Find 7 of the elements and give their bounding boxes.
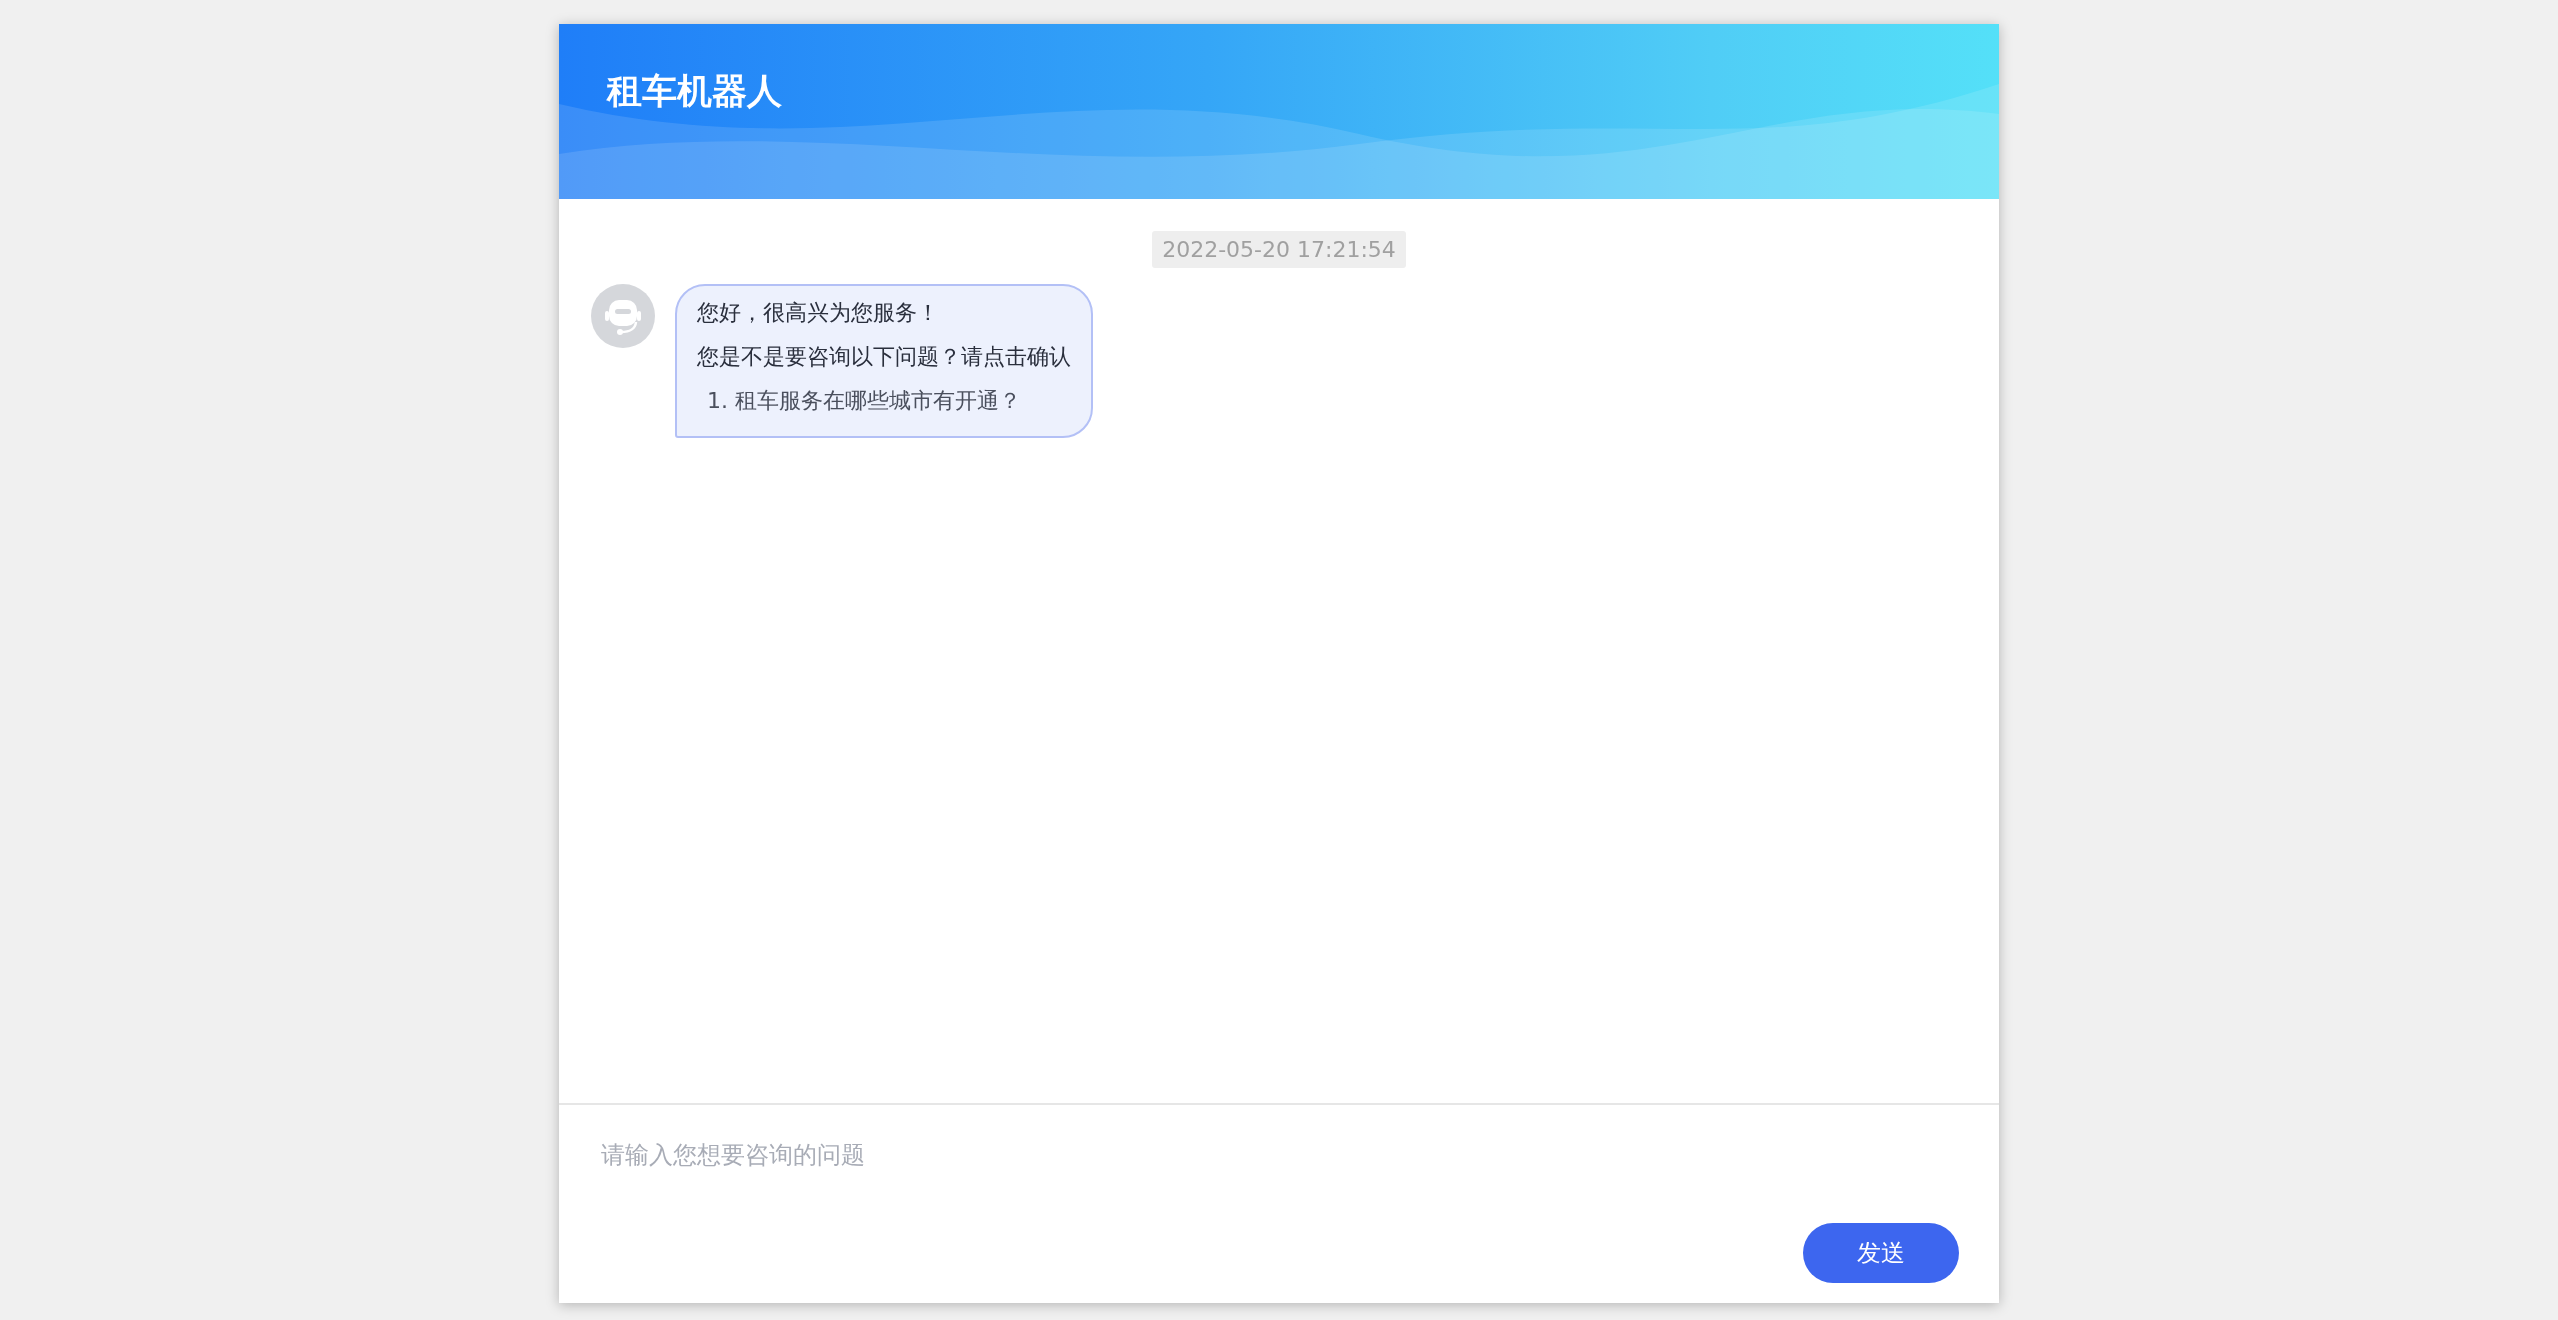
window-title: 租车机器人 (607, 70, 782, 113)
timestamp: 2022-05-20 17:21:54 (1152, 231, 1406, 268)
robot-avatar-icon (591, 284, 655, 348)
suggested-question-link[interactable]: 1. 租车服务在哪些城市有开通？ (697, 386, 1071, 416)
send-button[interactable]: 发送 (1803, 1223, 1959, 1283)
message-text: 您好，很高兴为您服务！ (697, 299, 940, 327)
message-text: 您是不是要咨询以下问题？请点击确认 (697, 343, 1071, 371)
